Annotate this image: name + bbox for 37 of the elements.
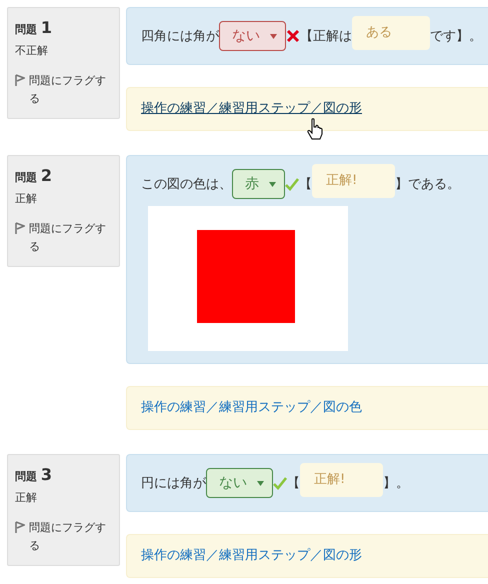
question-text: 四角には角が bbox=[141, 28, 219, 45]
caret-icon bbox=[257, 480, 264, 486]
question-text: 】である。 bbox=[395, 176, 460, 193]
question-status: 正解 bbox=[15, 191, 38, 206]
question-number: 問題 2 bbox=[15, 166, 53, 185]
question-text: 】。 bbox=[383, 475, 410, 492]
cross-icon bbox=[286, 29, 300, 43]
correct-answer: 正解! bbox=[300, 463, 384, 497]
flag-icon[interactable] bbox=[15, 521, 25, 533]
question-number: 問題 3 bbox=[15, 465, 53, 484]
breadcrumb-link[interactable]: 操作の練習／練習用ステップ／図の色 bbox=[141, 400, 362, 415]
check-icon bbox=[273, 476, 287, 490]
question-text: この図の色は、 bbox=[141, 176, 232, 193]
caret-icon bbox=[269, 182, 276, 186]
breadcrumb-link[interactable]: 操作の練習／練習用ステップ／図の形 bbox=[141, 101, 362, 116]
question-status: 不正解 bbox=[15, 43, 49, 58]
question-text: 【 bbox=[287, 475, 300, 492]
hand-cursor-icon bbox=[307, 118, 323, 140]
flag-icon[interactable] bbox=[15, 74, 25, 86]
caret-icon bbox=[270, 34, 277, 38]
answer-dropdown[interactable]: ない bbox=[219, 21, 286, 51]
correct-answer: 正解! bbox=[312, 164, 396, 198]
flag-question-link[interactable]: 問題にフラグする bbox=[29, 220, 112, 256]
question-status: 正解 bbox=[15, 490, 38, 505]
question-text: 【正解は bbox=[300, 28, 352, 45]
correct-answer: ある bbox=[352, 16, 430, 50]
answer-dropdown[interactable]: 赤 bbox=[232, 169, 285, 199]
flag-question-link[interactable]: 問題にフラグする bbox=[29, 519, 112, 555]
flag-question-link[interactable]: 問題にフラグする bbox=[29, 72, 112, 108]
breadcrumb-link[interactable]: 操作の練習／練習用ステップ／図の形 bbox=[141, 548, 362, 563]
question-number: 問題 1 bbox=[15, 18, 53, 37]
flag-icon[interactable] bbox=[15, 222, 25, 234]
answer-dropdown[interactable]: ない bbox=[206, 468, 273, 498]
check-icon bbox=[285, 177, 299, 191]
question-text: 【 bbox=[299, 176, 312, 193]
question-text: です】。 bbox=[430, 28, 482, 45]
question-text: 円には角が bbox=[141, 475, 206, 492]
